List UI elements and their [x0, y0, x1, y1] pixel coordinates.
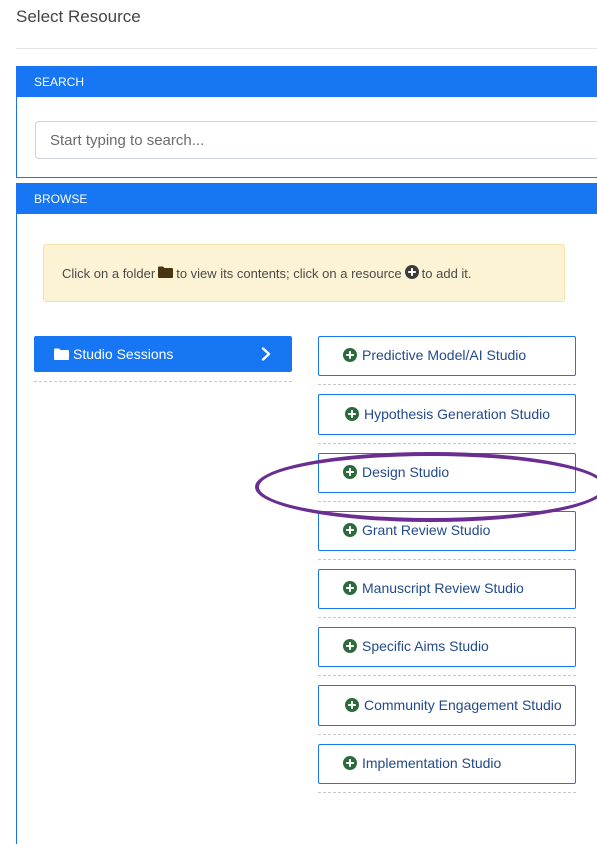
plus-circle-icon [343, 638, 357, 658]
plus-circle-icon [345, 697, 359, 717]
resource-manuscript-review-studio[interactable]: Manuscript Review Studio [318, 569, 576, 609]
resource-label: Design Studio [362, 464, 450, 480]
resource-label: Grant Review Studio [362, 522, 491, 538]
folder-studio-sessions[interactable]: Studio Sessions [34, 336, 292, 372]
title-divider [16, 48, 597, 49]
plus-circle-icon [404, 264, 419, 282]
resource-label: Implementation Studio [362, 755, 502, 771]
resource-specific-aims-studio[interactable]: Specific Aims Studio [318, 627, 576, 667]
search-input[interactable] [35, 121, 597, 159]
resource-grant-review-studio[interactable]: Grant Review Studio [318, 511, 576, 551]
list-item: Grant Review Studio [318, 511, 576, 560]
resource-design-studio[interactable]: Design Studio [318, 453, 576, 493]
plus-circle-icon [343, 522, 357, 542]
hint-text-3: to add it. [421, 265, 472, 281]
folder-icon [158, 266, 174, 281]
search-panel: SEARCH [16, 66, 597, 178]
browse-panel: BROWSE Click on a folder to view its con… [16, 183, 597, 844]
resource-implementation-studio[interactable]: Implementation Studio [318, 744, 576, 784]
hint-text-2: to view its contents; click on a resourc… [176, 265, 402, 281]
list-item: Community Engagement Studio [318, 685, 576, 735]
plus-circle-icon [343, 464, 357, 484]
resource-label: Manuscript Review Studio [362, 580, 524, 596]
folder-icon [54, 346, 69, 362]
plus-circle-icon [343, 347, 357, 367]
resource-predictive-model-ai-studio[interactable]: Predictive Model/AI Studio [318, 336, 576, 376]
list-item: Manuscript Review Studio [318, 569, 576, 618]
search-panel-header: SEARCH [17, 67, 597, 97]
list-item: Specific Aims Studio [318, 627, 576, 676]
folder-divider [34, 381, 292, 382]
resource-label: Predictive Model/AI Studio [362, 347, 527, 363]
list-item: Design Studio [318, 453, 576, 502]
resource-label: Community Engagement Studio [364, 697, 562, 713]
plus-circle-icon [345, 406, 359, 426]
help-hint: Click on a folder to view its contents; … [43, 244, 565, 302]
chevron-right-icon [260, 347, 272, 361]
list-item: Hypothesis Generation Studio [318, 394, 576, 444]
resource-list: Predictive Model/AI Studio Hypothesis Ge… [318, 336, 576, 802]
plus-circle-icon [343, 755, 357, 775]
plus-circle-icon [343, 580, 357, 600]
resource-label: Specific Aims Studio [362, 638, 489, 654]
resource-community-engagement-studio[interactable]: Community Engagement Studio [318, 685, 576, 726]
resource-label: Hypothesis Generation Studio [364, 406, 550, 422]
page-title: Select Resource [16, 7, 141, 26]
browse-panel-header: BROWSE [17, 184, 597, 214]
hint-text-1: Click on a folder [62, 265, 156, 281]
list-item: Implementation Studio [318, 744, 576, 793]
resource-hypothesis-generation-studio[interactable]: Hypothesis Generation Studio [318, 394, 576, 435]
folder-label: Studio Sessions [73, 346, 174, 362]
list-item: Predictive Model/AI Studio [318, 336, 576, 385]
